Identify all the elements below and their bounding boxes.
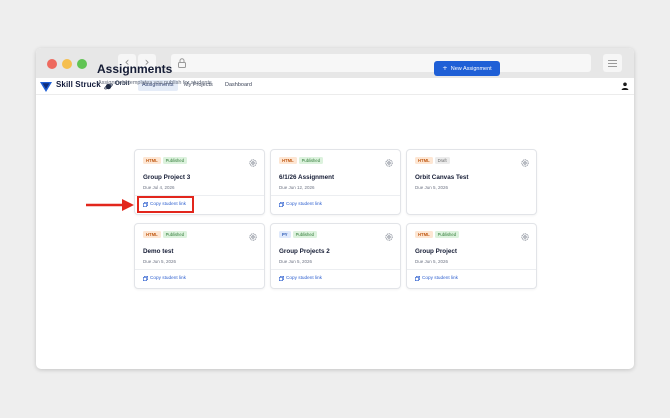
maximize-window-button[interactable] bbox=[77, 59, 87, 69]
copy-student-link-label: Copy student link bbox=[150, 275, 186, 280]
language-badge: HTML bbox=[279, 157, 297, 164]
card-title: Group Project 3 bbox=[143, 174, 191, 181]
card-divider bbox=[135, 269, 264, 270]
copy-icon bbox=[279, 276, 284, 281]
close-window-button[interactable] bbox=[47, 59, 57, 69]
annotation-highlight-box bbox=[137, 196, 194, 213]
plus-icon: + bbox=[442, 64, 448, 72]
language-badge: HTML bbox=[143, 157, 161, 164]
new-assignment-button[interactable]: + New Assignment bbox=[434, 61, 500, 76]
status-badge: Published bbox=[162, 231, 188, 238]
tab-dashboard[interactable]: Dashboard bbox=[221, 80, 256, 91]
card-divider bbox=[407, 269, 536, 270]
status-badge: Published bbox=[298, 157, 324, 164]
gear-icon[interactable] bbox=[249, 233, 257, 241]
address-bar[interactable] bbox=[171, 54, 591, 72]
language-badge: PY bbox=[279, 231, 291, 238]
gear-icon[interactable] bbox=[521, 233, 529, 241]
status-badge: Draft bbox=[434, 157, 450, 164]
status-badge: Published bbox=[162, 157, 188, 164]
user-icon[interactable] bbox=[621, 82, 629, 90]
lock-icon bbox=[178, 58, 186, 68]
copy-student-link-label: Copy student link bbox=[286, 275, 322, 280]
hamburger-menu-icon[interactable] bbox=[603, 54, 622, 72]
copy-icon bbox=[415, 276, 420, 281]
card-due-date: Due Jun 12, 2026 bbox=[279, 185, 315, 190]
status-badge: Published bbox=[292, 231, 317, 238]
copy-icon bbox=[279, 202, 284, 207]
gear-icon[interactable] bbox=[249, 159, 257, 167]
new-assignment-label: New Assignment bbox=[450, 66, 492, 72]
minimize-window-button[interactable] bbox=[62, 59, 72, 69]
card-due-date: Due Jun 5, 2026 bbox=[143, 259, 177, 264]
language-badge: HTML bbox=[415, 157, 433, 164]
card-title: Demo test bbox=[143, 248, 174, 255]
skill-struck-logo-icon[interactable] bbox=[40, 82, 52, 92]
card-title: Orbit Canvas Test bbox=[415, 174, 469, 181]
assignment-card[interactable]: PY Published Group Projects 2 Due Jun 5, … bbox=[270, 223, 401, 289]
language-badge: HTML bbox=[415, 231, 433, 238]
card-due-date: Due Jul 4, 2026 bbox=[143, 185, 175, 190]
card-due-date: Due Jun 5, 2026 bbox=[415, 259, 449, 264]
brand-name: Skill Struck bbox=[56, 80, 101, 89]
copy-student-link-label: Copy student link bbox=[286, 201, 322, 206]
copy-icon bbox=[143, 276, 148, 281]
page-title: Assignments bbox=[97, 62, 173, 76]
gear-icon[interactable] bbox=[385, 233, 393, 241]
assignment-card[interactable]: HTML Published Group Project Due Jun 5, 2… bbox=[406, 223, 537, 289]
page-subtitle: Assignment templates you publish for stu… bbox=[98, 80, 212, 86]
status-badge: Published bbox=[434, 231, 460, 238]
assignment-card[interactable]: HTML Draft Orbit Canvas Test Due Jun 5, 2… bbox=[406, 149, 537, 215]
card-divider bbox=[271, 195, 400, 196]
card-due-date: Due Jun 5, 2026 bbox=[415, 185, 449, 190]
gear-icon[interactable] bbox=[385, 159, 393, 167]
card-title: Group Project bbox=[415, 248, 457, 255]
copy-student-link-label: Copy student link bbox=[422, 275, 458, 280]
language-badge: HTML bbox=[143, 231, 161, 238]
card-divider bbox=[271, 269, 400, 270]
gear-icon[interactable] bbox=[521, 159, 529, 167]
annotation-arrow-icon bbox=[86, 199, 134, 211]
card-due-date: Due Jun 5, 2026 bbox=[279, 259, 313, 264]
assignment-card[interactable]: HTML Published 6/1/26 Assignment Due Jun … bbox=[270, 149, 401, 215]
card-title: Group Projects 2 bbox=[279, 248, 330, 255]
card-title: 6/1/26 Assignment bbox=[279, 174, 335, 181]
assignment-card[interactable]: HTML Published Demo test Due Jun 5, 2026 … bbox=[134, 223, 265, 289]
